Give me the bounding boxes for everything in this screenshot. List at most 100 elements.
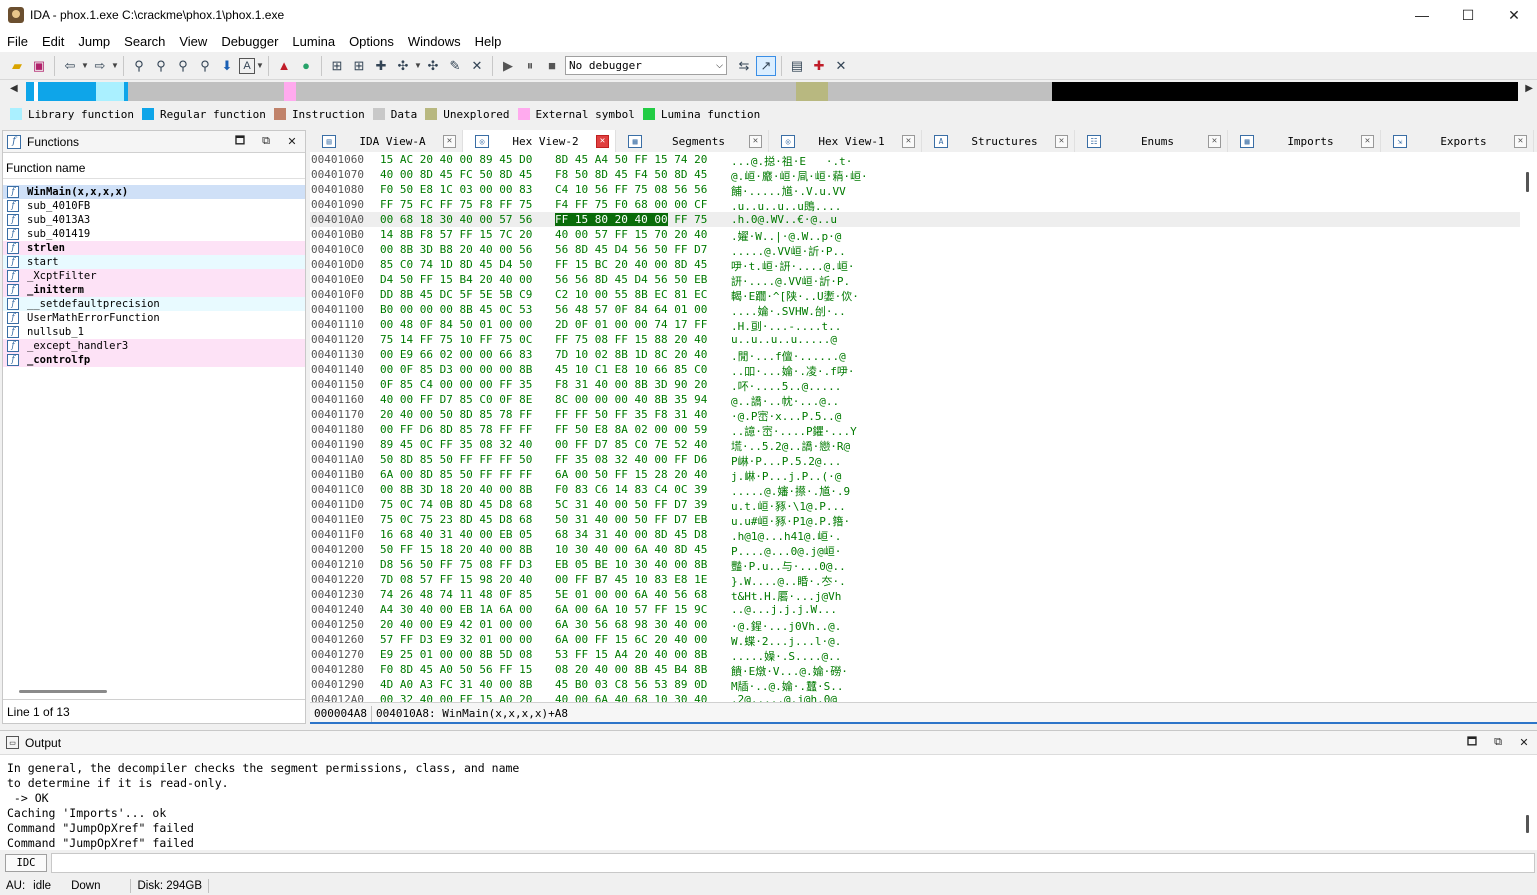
menu-view[interactable]: View: [172, 34, 214, 49]
breakpoint-list-icon[interactable]: ▤: [787, 56, 807, 76]
function-list-item[interactable]: f sub_4013A3: [3, 213, 305, 227]
tab-structures[interactable]: A Structures ✕: [922, 130, 1075, 152]
function-list-item[interactable]: f sub_4010FB: [3, 199, 305, 213]
close-pane-icon[interactable]: ✕: [279, 135, 305, 148]
maximize-pane-icon[interactable]: 🗖: [1459, 733, 1485, 752]
hex-row[interactable]: 00401230 74 26 48 74 11 48 0F 85 5E 01 00 …: [310, 587, 1520, 603]
hex-row[interactable]: 004010C0 00 8B 3D B8 20 40 00 56 56 8D 45 …: [310, 242, 1520, 258]
hex-row[interactable]: 00401240 A4 30 40 00 EB 1A 6A 00 6A 00 6A …: [310, 602, 1520, 617]
hex-row[interactable]: 004011C0 00 8B 3D 18 20 40 00 8B F0 83 C6 …: [310, 482, 1520, 498]
binoculars-icon[interactable]: ⚲: [151, 56, 171, 76]
binoculars-icon[interactable]: ⚲: [173, 56, 193, 76]
text-icon[interactable]: A: [239, 57, 255, 74]
hex-row[interactable]: 00401270 E9 25 01 00 00 8B 5D 08 53 FF 15 …: [310, 647, 1520, 663]
tab-hex-view-2[interactable]: ◎ Hex View-2 ✕: [463, 130, 616, 152]
debugger-select[interactable]: No debugger ⌵: [565, 56, 727, 75]
function-name-column-header[interactable]: Function name: [3, 157, 305, 179]
close-pane-icon[interactable]: ✕: [1511, 736, 1537, 749]
hex-row[interactable]: 00401120 75 14 FF 75 10 FF 75 0C FF 75 08 …: [310, 332, 1520, 347]
hex-row[interactable]: 00401100 B0 00 00 00 8B 45 0C 53 56 48 57 …: [310, 302, 1520, 318]
hex-row[interactable]: 00401280 F0 8D 45 A0 50 56 FF 15 08 20 40 …: [310, 662, 1520, 678]
close-tab-icon[interactable]: ✕: [596, 134, 609, 148]
hex-row[interactable]: 00401160 40 00 FF D7 85 C0 0F 8E 8C 00 00 …: [310, 392, 1520, 408]
hex-row[interactable]: 004011B0 6A 00 8D 85 50 FF FF FF 6A 00 50 …: [310, 467, 1520, 483]
edit-icon[interactable]: ✎: [445, 56, 465, 76]
node-icon[interactable]: ✣: [393, 56, 413, 76]
remove-breakpoint-icon[interactable]: ✕: [831, 56, 851, 76]
function-list-item[interactable]: f strlen: [3, 241, 305, 255]
add-node-icon[interactable]: ✚: [371, 56, 391, 76]
function-list-item[interactable]: f __setdefaultprecision: [3, 297, 305, 311]
add-breakpoint-icon[interactable]: ✚: [809, 56, 829, 76]
hex-row[interactable]: 00401170 20 40 00 50 8D 85 78 FF FF FF 50 …: [310, 407, 1520, 423]
close-tab-icon[interactable]: ✕: [1208, 134, 1221, 148]
float-pane-icon[interactable]: ⧉: [1485, 736, 1511, 749]
hex-row[interactable]: 004011D0 75 0C 74 0B 8D 45 D8 68 5C 31 40 …: [310, 497, 1520, 513]
chevron-down-icon[interactable]: ▼: [111, 61, 119, 70]
hex-row[interactable]: 00401060 15 AC 20 40 00 89 45 D0 8D 45 A4 …: [310, 152, 1520, 168]
hex-row[interactable]: 004010B0 14 8B F8 57 FF 15 7C 20 40 00 57 …: [310, 227, 1520, 243]
close-tab-icon[interactable]: ✕: [1361, 134, 1374, 148]
hex-row[interactable]: 00401070 40 00 8D 45 FC 50 8D 45 F8 50 8D …: [310, 167, 1520, 183]
function-list-item[interactable]: f _initterm: [3, 283, 305, 297]
float-pane-icon[interactable]: ⧉: [253, 135, 279, 148]
hex-row[interactable]: 00401290 4D A0 A3 FC 31 40 00 8B 45 B0 03 …: [310, 677, 1520, 693]
hex-row[interactable]: 00401090 FF 75 FC FF 75 F8 FF 75 F4 FF 75 …: [310, 197, 1520, 213]
tab-hex-view-1[interactable]: ◎ Hex View-1 ✕: [769, 130, 922, 152]
menu-windows[interactable]: Windows: [401, 34, 468, 49]
stop-icon[interactable]: ■: [542, 56, 562, 76]
hex-row[interactable]: 004010D0 85 C0 74 1D 8D 45 D4 50 FF 15 BC …: [310, 257, 1520, 273]
hex-view[interactable]: 00401060 15 AC 20 40 00 89 45 D0 8D 45 A4 …: [310, 152, 1537, 724]
function-list-item[interactable]: f _except_handler3: [3, 339, 305, 353]
search-text-icon[interactable]: ⚲: [195, 56, 215, 76]
vertical-scrollbar[interactable]: [1526, 815, 1529, 833]
vertical-scrollbar[interactable]: [1526, 172, 1529, 192]
nav-left-arrow-icon[interactable]: ◀: [10, 83, 18, 94]
close-tab-icon[interactable]: ✕: [902, 134, 915, 148]
down-arrow-icon[interactable]: ⬇: [217, 56, 237, 76]
pause-icon[interactable]: ⏸: [520, 56, 540, 76]
selected-bytes[interactable]: FF 15 80 20 40 00: [555, 213, 668, 226]
function-list-item[interactable]: f sub_401419: [3, 227, 305, 241]
horizontal-scrollbar[interactable]: [19, 690, 107, 693]
chevron-down-icon[interactable]: ▼: [414, 61, 422, 70]
idc-language-button[interactable]: IDC: [5, 854, 47, 872]
hex-row[interactable]: 00401180 00 FF D6 8D 85 78 FF FF FF 50 E8 …: [310, 422, 1520, 438]
run-to-cursor-icon[interactable]: ↗: [756, 55, 776, 76]
back-arrow-icon[interactable]: ⇦: [60, 56, 80, 76]
maximize-button[interactable]: ☐: [1445, 0, 1491, 30]
function-list-item[interactable]: f _controlfp: [3, 353, 305, 367]
hex-row[interactable]: 004011F0 16 68 40 31 40 00 EB 05 68 34 31 …: [310, 527, 1520, 543]
hex-row[interactable]: 004012A0 00 32 40 00 FF 15 A0 20 40 00 6A …: [310, 692, 1520, 702]
menu-search[interactable]: Search: [117, 34, 172, 49]
binoculars-icon[interactable]: ⚲: [129, 56, 149, 76]
chevron-down-icon[interactable]: ▼: [81, 61, 89, 70]
nav-right-arrow-icon[interactable]: ▶: [1525, 83, 1533, 94]
play-icon[interactable]: ▶: [498, 56, 518, 76]
attach-icon[interactable]: ⇆: [734, 56, 754, 76]
hex-row[interactable]: 004011E0 75 0C 75 23 8D 45 D8 68 50 31 40 …: [310, 512, 1520, 528]
menu-options[interactable]: Options: [342, 34, 401, 49]
close-tab-icon[interactable]: ✕: [1514, 134, 1527, 148]
hex-row[interactable]: 00401260 57 FF D3 E9 32 01 00 00 6A 00 FF …: [310, 632, 1520, 648]
open-folder-icon[interactable]: ▰: [7, 56, 27, 76]
tab-segments[interactable]: ▦ Segments ✕: [616, 130, 769, 152]
function-list-item[interactable]: f start: [3, 255, 305, 269]
tab-exports[interactable]: ⇲ Exports ✕: [1381, 130, 1534, 152]
close-tab-icon[interactable]: ✕: [1055, 134, 1068, 148]
green-circle-icon[interactable]: ●: [296, 56, 316, 76]
hex-row[interactable]: 00401110 00 48 0F 84 50 01 00 00 2D 0F 01 …: [310, 317, 1520, 333]
graph-icon[interactable]: ⊞: [349, 56, 369, 76]
menu-help[interactable]: Help: [468, 34, 509, 49]
menu-jump[interactable]: Jump: [71, 34, 117, 49]
close-tab-icon[interactable]: ✕: [749, 134, 762, 148]
warning-icon[interactable]: ▲: [274, 56, 294, 76]
hex-row[interactable]: 004011A0 50 8D 85 50 FF FF FF 50 FF 35 08 …: [310, 452, 1520, 468]
menu-edit[interactable]: Edit: [35, 34, 71, 49]
navigation-bar[interactable]: [26, 82, 1518, 101]
forward-arrow-icon[interactable]: ⇨: [90, 56, 110, 76]
hex-row[interactable]: 004010E0 D4 50 FF 15 B4 20 40 00 56 56 8D …: [310, 272, 1520, 288]
hex-row[interactable]: 00401200 50 FF 15 18 20 40 00 8B 10 30 40 …: [310, 542, 1520, 558]
output-log[interactable]: In general, the decompiler checks the se…: [0, 755, 1537, 851]
chevron-down-icon[interactable]: ▼: [256, 61, 264, 70]
